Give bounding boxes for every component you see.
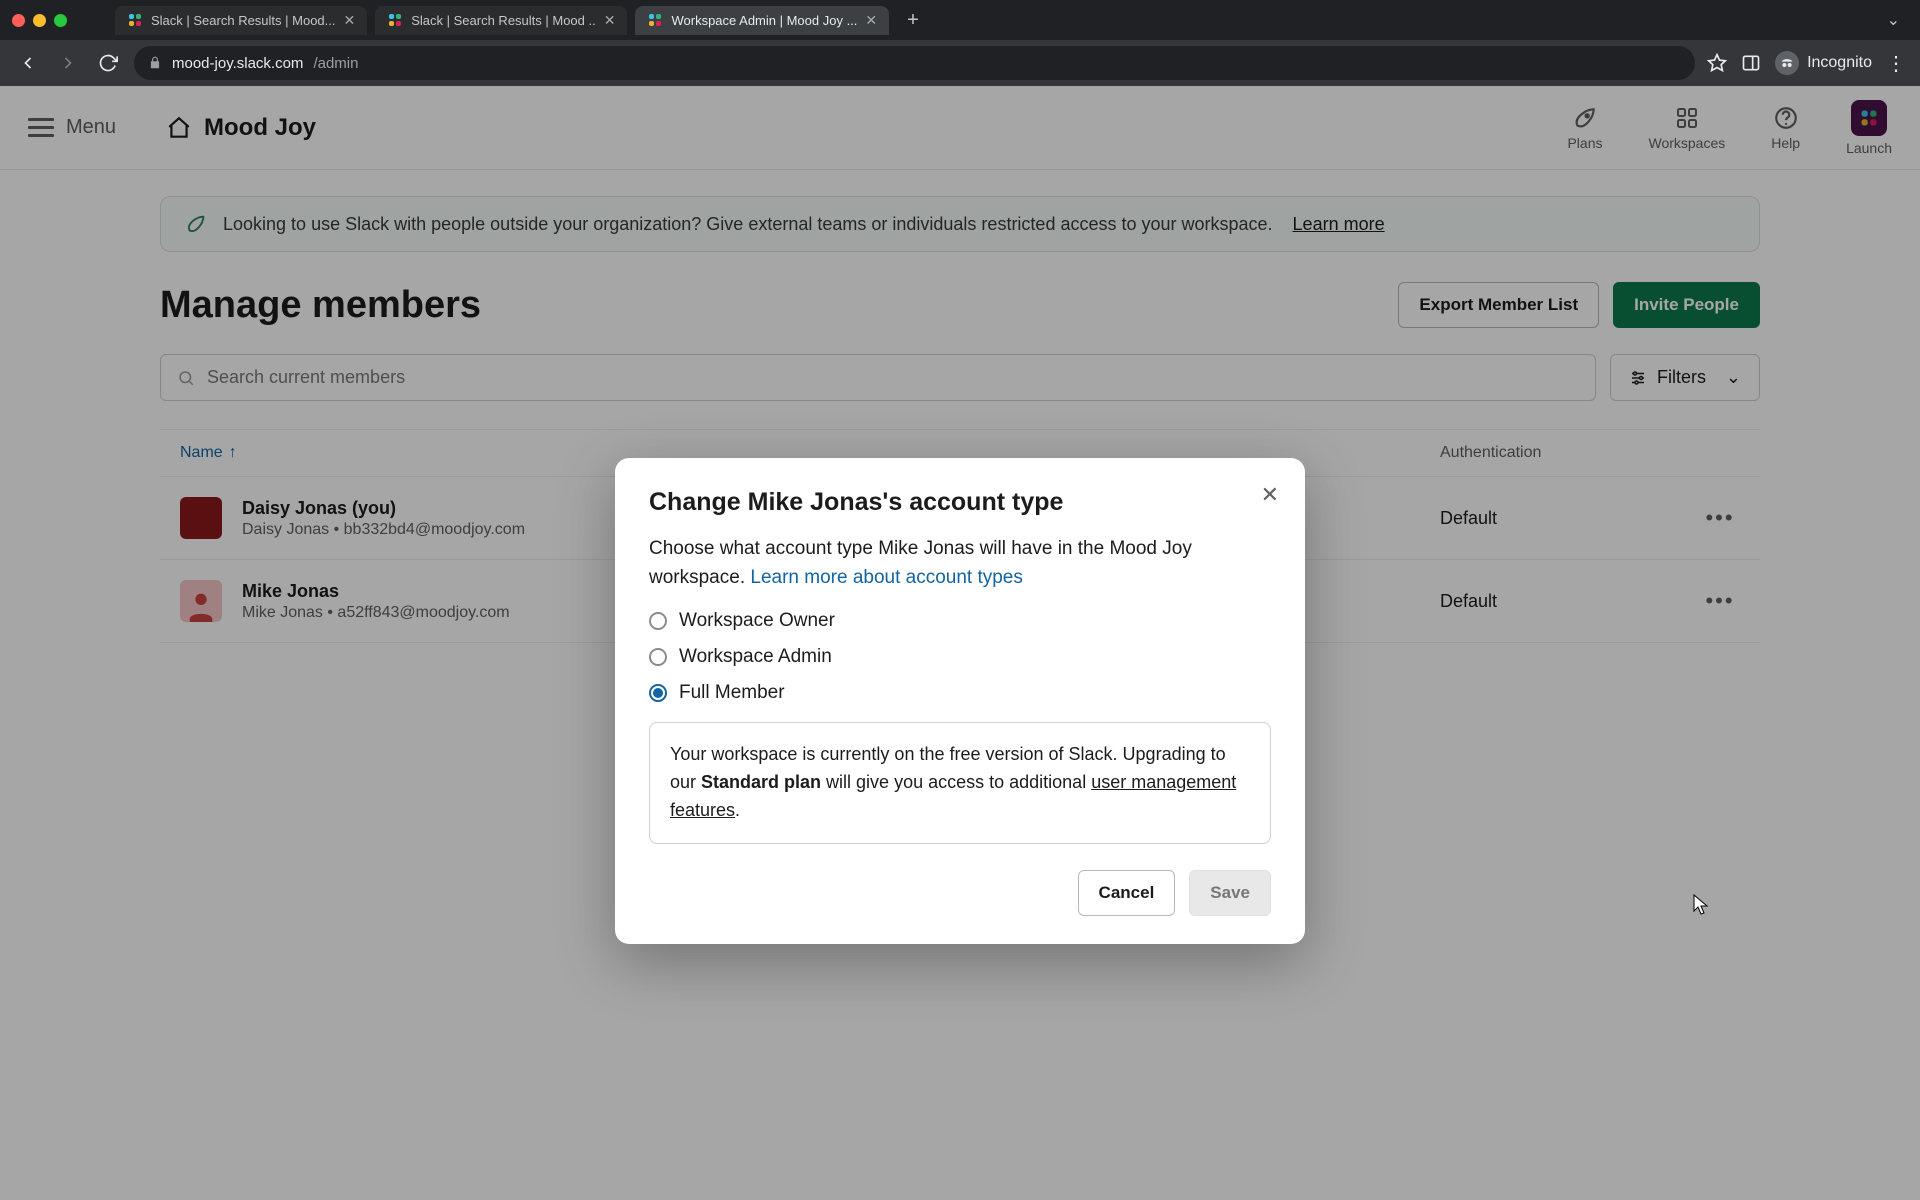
- back-button[interactable]: [14, 49, 42, 77]
- close-tab-icon[interactable]: ✕: [865, 12, 877, 29]
- incognito-badge[interactable]: Incognito: [1775, 51, 1872, 75]
- tab-overflow-icon[interactable]: ⌄: [1887, 10, 1908, 30]
- new-tab-button[interactable]: +: [897, 9, 929, 32]
- incognito-label: Incognito: [1807, 54, 1872, 72]
- reload-button[interactable]: [94, 49, 122, 77]
- save-button[interactable]: Save: [1189, 870, 1271, 916]
- lock-icon: [148, 56, 162, 70]
- tab-title: Slack | Search Results | Mood ..: [411, 13, 596, 28]
- modal-description: Choose what account type Mike Jonas will…: [649, 535, 1271, 592]
- bookmark-icon[interactable]: [1707, 53, 1727, 73]
- change-account-type-modal: Change Mike Jonas's account type ✕ Choos…: [615, 458, 1305, 944]
- slack-favicon-icon: [127, 12, 143, 28]
- close-tab-icon[interactable]: ✕: [344, 12, 356, 29]
- radio-workspace-admin[interactable]: Workspace Admin: [649, 646, 1271, 668]
- browser-tab-active[interactable]: Workspace Admin | Mood Joy ... ✕: [635, 6, 889, 35]
- radio-full-member[interactable]: Full Member: [649, 682, 1271, 704]
- learn-more-account-types-link[interactable]: Learn more about account types: [750, 567, 1023, 588]
- account-type-radio-group: Workspace Owner Workspace Admin Full Mem…: [649, 610, 1271, 704]
- address-bar[interactable]: mood-joy.slack.com/admin: [134, 46, 1695, 80]
- tab-strip: Slack | Search Results | Mood... ✕ Slack…: [0, 0, 1920, 40]
- radio-label: Workspace Owner: [679, 610, 835, 632]
- slack-favicon-icon: [647, 12, 663, 28]
- page-viewport: Menu Mood Joy Plans Workspaces: [0, 86, 1920, 1200]
- forward-button[interactable]: [54, 49, 82, 77]
- radio-icon: [649, 612, 667, 630]
- modal-actions: Cancel Save: [649, 870, 1271, 916]
- maximize-window-button[interactable]: [54, 14, 67, 27]
- minimize-window-button[interactable]: [33, 14, 46, 27]
- close-window-button[interactable]: [12, 14, 25, 27]
- radio-label: Workspace Admin: [679, 646, 832, 668]
- address-bar-row: mood-joy.slack.com/admin Incognito ⋮: [0, 40, 1920, 86]
- upgrade-info-box: Your workspace is currently on the free …: [649, 722, 1271, 844]
- close-tab-icon[interactable]: ✕: [604, 12, 616, 29]
- panel-icon[interactable]: [1741, 53, 1761, 73]
- info-text-c: .: [735, 800, 740, 820]
- tab-title: Workspace Admin | Mood Joy ...: [671, 13, 857, 28]
- modal-title: Change Mike Jonas's account type: [649, 488, 1271, 517]
- incognito-icon: [1775, 51, 1799, 75]
- browser-tab[interactable]: Slack | Search Results | Mood... ✕: [115, 6, 367, 35]
- url-host: mood-joy.slack.com: [172, 55, 303, 72]
- radio-label: Full Member: [679, 682, 785, 704]
- url-path: /admin: [313, 55, 358, 72]
- info-text-b: will give you access to additional: [821, 772, 1091, 792]
- radio-workspace-owner[interactable]: Workspace Owner: [649, 610, 1271, 632]
- toolbar-right: Incognito ⋮: [1707, 51, 1906, 76]
- info-bold: Standard plan: [701, 772, 821, 792]
- window-controls: [12, 14, 67, 27]
- cancel-button[interactable]: Cancel: [1078, 870, 1176, 916]
- radio-icon: [649, 684, 667, 702]
- kebab-menu-icon[interactable]: ⋮: [1886, 51, 1906, 76]
- slack-favicon-icon: [387, 12, 403, 28]
- browser-tab[interactable]: Slack | Search Results | Mood .. ✕: [375, 6, 627, 35]
- browser-chrome: Slack | Search Results | Mood... ✕ Slack…: [0, 0, 1920, 86]
- tab-title: Slack | Search Results | Mood...: [151, 13, 336, 28]
- close-icon[interactable]: ✕: [1261, 482, 1279, 508]
- radio-icon: [649, 648, 667, 666]
